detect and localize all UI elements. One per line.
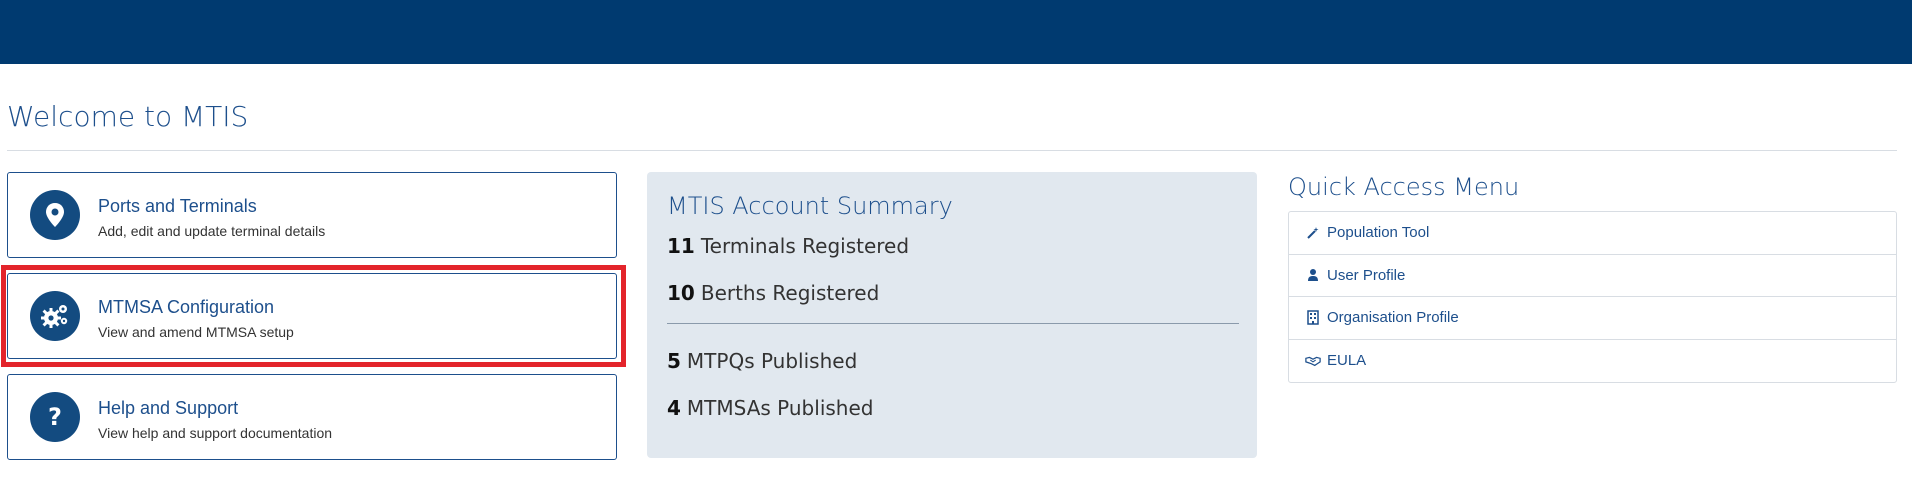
stat-value: 5 [667, 349, 681, 373]
user-icon [1305, 267, 1321, 283]
building-icon [1305, 310, 1321, 326]
tile-title: Help and Support [98, 398, 239, 418]
account-summary-panel: MTIS Account Summary 11 Terminals Registe… [647, 172, 1257, 458]
tile-title: Ports and Terminals [98, 196, 257, 216]
tile-title: MTMSA Configuration [98, 297, 275, 317]
stat-label: Terminals Registered [700, 234, 910, 258]
quick-access-population-tool[interactable]: Population Tool [1289, 212, 1896, 255]
tile-description: View and amend MTMSA setup [98, 324, 294, 340]
quick-access-title: Quick Access Menu [1288, 173, 1520, 201]
magic-wand-icon [1305, 225, 1321, 241]
quick-access-label: Population Tool [1327, 224, 1430, 242]
page-title: Welcome to MTIS [7, 100, 249, 133]
quick-access-label: Organisation Profile [1327, 309, 1459, 327]
quick-access-user-profile[interactable]: User Profile [1289, 255, 1896, 297]
top-navigation-bar [0, 0, 1912, 64]
quick-access-menu: Population Tool User Profile Organisatio… [1288, 211, 1897, 383]
quick-access-label: User Profile [1327, 266, 1406, 284]
title-divider [7, 150, 1897, 151]
summary-title: MTIS Account Summary [667, 192, 953, 220]
stat-value: 10 [667, 281, 695, 305]
stat-berths: 10 Berths Registered [667, 281, 879, 305]
summary-divider [667, 323, 1239, 324]
cogs-icon [30, 291, 80, 341]
ports-and-terminals-tile[interactable]: Ports and Terminals Add, edit and update… [7, 172, 617, 258]
tile-description: View help and support documentation [98, 425, 333, 441]
quick-access-label: EULA [1327, 352, 1367, 370]
stat-value: 4 [667, 396, 681, 420]
stat-label: MTMSAs Published [686, 396, 874, 420]
help-and-support-tile[interactable]: ? Help and Support View help and support… [7, 374, 617, 460]
stat-label: MTPQs Published [686, 349, 858, 373]
tile-description: Add, edit and update terminal details [98, 223, 326, 239]
stat-mtmsas: 4 MTMSAs Published [667, 396, 873, 420]
stat-value: 11 [667, 234, 695, 258]
quick-access-organisation-profile[interactable]: Organisation Profile [1289, 297, 1896, 340]
handshake-icon [1305, 353, 1321, 369]
stat-label: Berths Registered [700, 281, 880, 305]
stat-mtpqs: 5 MTPQs Published [667, 349, 857, 373]
map-marker-icon [30, 190, 80, 240]
question-icon: ? [30, 392, 80, 442]
stat-terminals: 11 Terminals Registered [667, 234, 909, 258]
quick-access-eula[interactable]: EULA [1289, 340, 1896, 383]
mtmsa-configuration-tile[interactable]: MTMSA Configuration View and amend MTMSA… [7, 273, 617, 359]
